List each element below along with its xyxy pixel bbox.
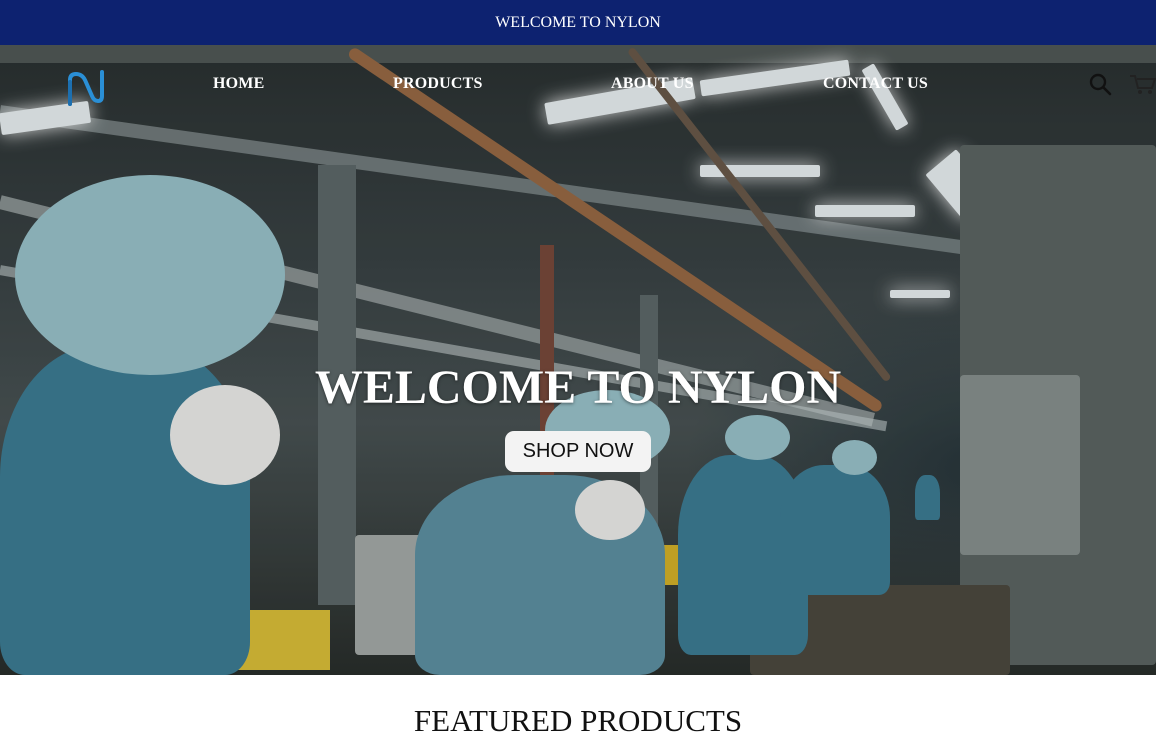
nylon-logo-icon[interactable] xyxy=(66,70,106,106)
announcement-text: WELCOME TO NYLON xyxy=(495,13,661,31)
featured-products-heading: FEATURED PRODUCTS xyxy=(413,703,743,738)
search-icon[interactable] xyxy=(1088,72,1112,96)
nav-about-us[interactable]: ABOUT US xyxy=(611,75,694,97)
shop-now-button[interactable]: SHOP NOW xyxy=(505,431,651,472)
announcement-bar: WELCOME TO NYLON xyxy=(0,0,1156,45)
nav-products[interactable]: PRODUCTS xyxy=(393,75,483,97)
nav-home[interactable]: HOME xyxy=(213,75,264,97)
hero-title: WELCOME TO NYLON xyxy=(314,361,842,414)
cart-icon[interactable] xyxy=(1128,72,1156,96)
nav-contact-us[interactable]: CONTACT US xyxy=(823,75,928,97)
